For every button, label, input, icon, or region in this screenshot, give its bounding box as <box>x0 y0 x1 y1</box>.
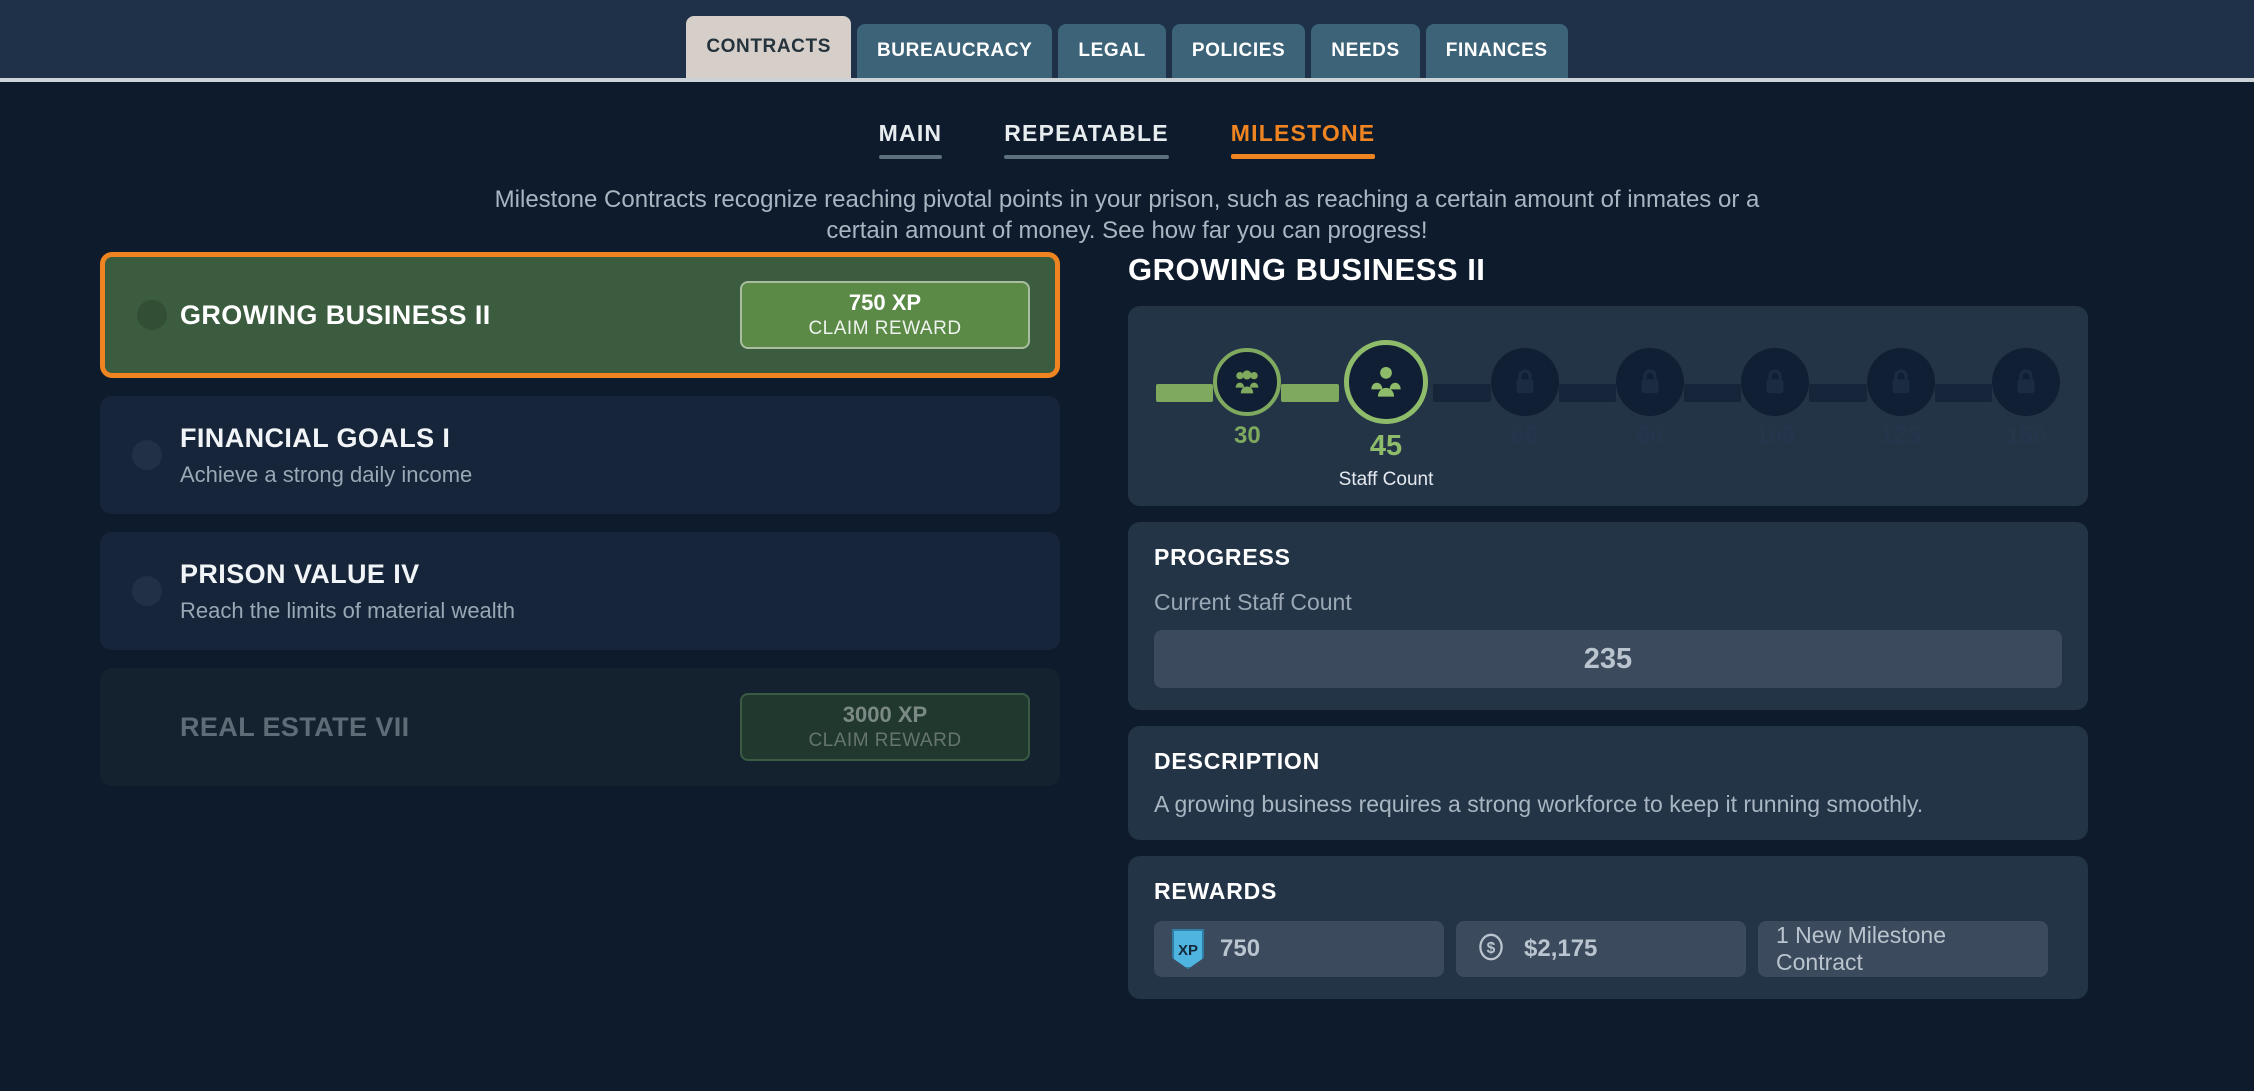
contract-title: REAL ESTATE VII <box>180 711 410 742</box>
progress-panel: PROGRESS Current Staff Count 235 <box>1128 522 2088 710</box>
contract-card-growing-business-ii[interactable]: GROWING BUSINESS II 750 XP CLAIM REWARD <box>100 252 1060 378</box>
tab-needs-label: NEEDS <box>1331 40 1400 61</box>
tab-legal[interactable]: LEGAL <box>1058 24 1166 78</box>
detail-title: GROWING BUSINESS II <box>1128 252 1486 287</box>
lock-icon <box>1992 348 2061 416</box>
milestone-node-3-locked[interactable]: 60 <box>1490 348 1559 450</box>
reward-money-value: $2,175 <box>1524 935 1598 962</box>
reward-xp: XP 750 <box>1154 921 1444 977</box>
milestone-node-value: 45 <box>1369 430 1403 462</box>
subtab-main[interactable]: MAIN <box>878 120 943 159</box>
rewards-heading: REWARDS <box>1154 878 1278 904</box>
contract-subtitle: Achieve a strong daily income <box>180 461 473 487</box>
lock-icon <box>1741 348 1810 416</box>
contract-subtitle: Reach the limits of material wealth <box>180 597 516 623</box>
track-segment-3 <box>1558 384 1617 402</box>
claim-reward-amount: 3000 XP <box>842 702 928 727</box>
description-text: A growing business requires a strong wor… <box>1154 791 1924 817</box>
claim-reward-button-disabled: 3000 XP CLAIM REWARD <box>740 693 1030 761</box>
milestone-node-2-current[interactable]: 45 Staff Count <box>1338 340 1434 491</box>
svg-text:$: $ <box>1487 940 1496 957</box>
tab-needs[interactable]: NEEDS <box>1311 24 1420 78</box>
tab-policies-label: POLICIES <box>1191 40 1286 61</box>
reward-xp-value: 750 <box>1220 935 1261 962</box>
status-dot-icon <box>132 576 162 606</box>
claim-reward-label: CLAIM REWARD <box>808 730 962 751</box>
lock-icon <box>1490 348 1559 416</box>
track-segment-1 <box>1281 384 1339 402</box>
claim-reward-amount: 750 XP <box>848 290 922 315</box>
intro-description: Milestone Contracts recognize reaching p… <box>494 186 1760 244</box>
tab-finances-label: FINANCES <box>1445 40 1548 61</box>
tab-bureaucracy[interactable]: BUREAUCRACY <box>856 24 1053 78</box>
track-segment-start <box>1156 384 1214 402</box>
lock-icon <box>1866 348 1935 416</box>
subtab-repeatable-label: REPEATABLE <box>1004 120 1169 146</box>
tab-contracts[interactable]: CONTRACTS <box>686 16 851 78</box>
milestone-node-caption: Staff Count <box>1338 469 1434 490</box>
description-panel: DESCRIPTION A growing business requires … <box>1128 726 2088 840</box>
milestone-node-value: 80 <box>1636 422 1664 449</box>
contract-detail-panel: GROWING BUSINESS II 30 45 Staff Count 60… <box>1128 252 2088 1015</box>
money-icon: $ <box>1474 930 1508 969</box>
milestone-node-4-locked[interactable]: 80 <box>1616 348 1685 450</box>
contract-title: FINANCIAL GOALS I <box>180 422 451 453</box>
progress-value: 235 <box>1154 630 2062 688</box>
contract-subnav: MAIN REPEATABLE MILESTONE <box>0 120 2254 159</box>
tab-policies[interactable]: POLICIES <box>1171 24 1306 78</box>
status-dot-icon <box>132 440 162 470</box>
contract-card-text: GROWING BUSINESS II <box>180 300 740 331</box>
staff-group-icon <box>1344 340 1429 424</box>
subtab-milestone[interactable]: MILESTONE <box>1230 120 1376 159</box>
milestone-node-value: 150 <box>2005 422 2047 449</box>
lock-icon <box>1616 348 1685 416</box>
milestone-node-value: 100 <box>1755 422 1796 449</box>
contract-title: GROWING BUSINESS II <box>180 299 491 330</box>
contract-card-financial-goals-i[interactable]: FINANCIAL GOALS I Achieve a strong daily… <box>100 396 1060 514</box>
tab-bureaucracy-label: BUREAUCRACY <box>876 40 1033 61</box>
milestone-node-value: 125 <box>1880 422 1921 449</box>
tab-finances[interactable]: FINANCES <box>1425 24 1568 78</box>
track-segment-6 <box>1934 384 1993 402</box>
progress-heading: PROGRESS <box>1154 544 1291 570</box>
milestone-track-panel: 30 45 Staff Count 60 80 100 125 150 <box>1128 306 2088 506</box>
rewards-panel: REWARDS XP 750 $ $2,175 1 New Milestone … <box>1128 856 2088 999</box>
reward-contract: 1 New Milestone Contract <box>1758 921 2048 977</box>
milestone-node-1[interactable]: 30 <box>1213 348 1282 450</box>
contract-card-text: REAL ESTATE VII <box>180 712 740 743</box>
milestone-node-value: 30 <box>1233 422 1261 449</box>
contract-title: PRISON VALUE IV <box>180 558 420 589</box>
track-segment-5 <box>1809 384 1867 402</box>
progress-label: Current Staff Count <box>1154 589 1352 615</box>
milestone-node-7-locked[interactable]: 150 <box>1992 348 2061 450</box>
claim-reward-button[interactable]: 750 XP CLAIM REWARD <box>740 281 1030 349</box>
xp-badge-icon: XP <box>1172 929 1204 969</box>
subtab-main-label: MAIN <box>878 120 943 146</box>
track-segment-4 <box>1684 384 1742 402</box>
tab-legal-label: LEGAL <box>1078 40 1146 61</box>
milestone-node-value: 60 <box>1511 422 1539 449</box>
claim-reward-label: CLAIM REWARD <box>808 318 962 339</box>
contract-list: GROWING BUSINESS II 750 XP CLAIM REWARD … <box>100 252 1060 804</box>
subtab-repeatable[interactable]: REPEATABLE <box>1004 120 1169 159</box>
contract-card-real-estate-vii[interactable]: REAL ESTATE VII 3000 XP CLAIM REWARD <box>100 668 1060 786</box>
subtab-milestone-label: MILESTONE <box>1230 120 1376 146</box>
staff-group-icon <box>1213 348 1282 416</box>
status-dot-icon <box>137 300 167 330</box>
milestone-node-6-locked[interactable]: 125 <box>1866 348 1935 450</box>
reward-contract-value: 1 New Milestone Contract <box>1776 922 1947 975</box>
top-tab-bar: CONTRACTS BUREAUCRACY LEGAL POLICIES NEE… <box>0 0 2254 82</box>
milestone-track: 30 45 Staff Count 60 80 100 125 150 <box>1156 340 2061 491</box>
contract-card-text: PRISON VALUE IV Reach the limits of mate… <box>180 559 1030 624</box>
top-tabs: CONTRACTS BUREAUCRACY LEGAL POLICIES NEE… <box>686 16 1568 78</box>
description-heading: DESCRIPTION <box>1154 748 1320 774</box>
reward-money: $ $2,175 <box>1456 921 1746 977</box>
contract-card-text: FINANCIAL GOALS I Achieve a strong daily… <box>180 423 1030 488</box>
contract-card-prison-value-iv[interactable]: PRISON VALUE IV Reach the limits of mate… <box>100 532 1060 650</box>
track-segment-2 <box>1433 384 1491 402</box>
rewards-row: XP 750 $ $2,175 1 New Milestone Contract <box>1154 921 2062 977</box>
milestone-node-5-locked[interactable]: 100 <box>1741 348 1810 450</box>
tab-contracts-label: CONTRACTS <box>706 36 831 57</box>
